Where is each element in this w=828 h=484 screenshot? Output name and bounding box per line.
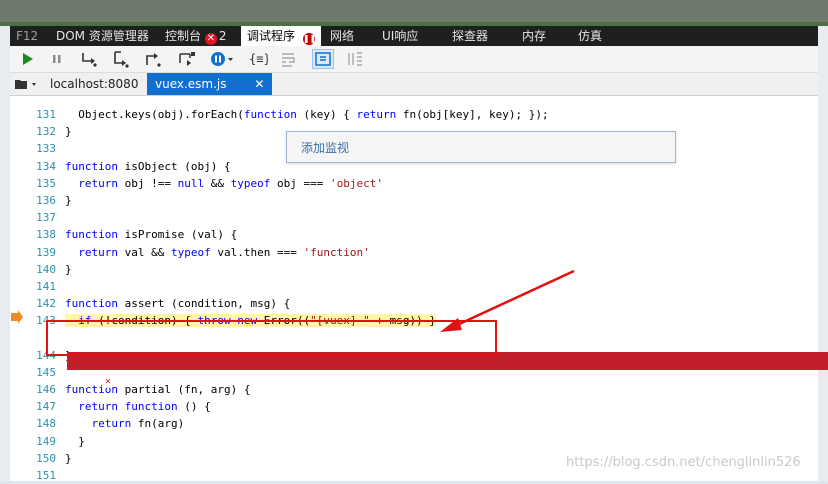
code-line[interactable]: 133: [10, 140, 65, 157]
paused-indicator-icon: ❚❚: [302, 33, 317, 45]
file-tab-localhost[interactable]: localhost:8080: [50, 73, 138, 95]
line-number[interactable]: 132: [10, 123, 65, 140]
tab-memory[interactable]: 内存: [522, 26, 546, 46]
tab-console[interactable]: 控制台 ✕ 2: [165, 26, 226, 46]
svg-text:{≡}: {≡}: [249, 52, 268, 66]
close-icon[interactable]: ✕: [254, 77, 264, 91]
line-number[interactable]: 134: [10, 158, 65, 175]
window-top-strip: [0, 0, 828, 22]
code-line[interactable]: 150}: [10, 450, 72, 467]
continue-icon[interactable]: [16, 49, 38, 69]
exception-break-icon[interactable]: [208, 49, 236, 69]
break-on-new-worker-icon[interactable]: [176, 49, 198, 69]
code-line[interactable]: 138 function isPromise (val) {: [10, 226, 237, 243]
line-number[interactable]: 150: [10, 450, 65, 467]
code-text: function isPromise (val) {: [65, 228, 238, 242]
code-line[interactable]: 131 Object.keys(obj).forEach(function (k…: [10, 106, 549, 123]
code-text: Object.keys(obj).forEach(function (key) …: [78, 108, 549, 121]
just-my-code-icon[interactable]: [344, 49, 366, 69]
code-line[interactable]: 141: [10, 278, 65, 295]
code-line[interactable]: 145: [10, 364, 65, 381]
code-text: return obj !== null && typeof obj === 'o…: [78, 176, 383, 190]
line-number[interactable]: 142: [10, 295, 65, 312]
devtools-tab-bar: F12 DOM 资源管理器 控制台 ✕ 2 调试程序 ❚❚ 网络 UI响应 探查器…: [10, 26, 818, 46]
exception-message: [vuex] vuex requires a Promise polyfill …: [118, 372, 490, 385]
error-count-icon: ✕: [204, 33, 217, 45]
code-text: return fn(arg): [91, 417, 185, 431]
line-number[interactable]: 139: [10, 244, 65, 261]
code-line[interactable]: 151: [10, 467, 65, 484]
line-number[interactable]: 148: [10, 415, 65, 432]
line-number[interactable]: 140: [10, 261, 65, 278]
source-map-icon[interactable]: [312, 49, 334, 69]
line-number[interactable]: 149: [10, 433, 65, 450]
watermark: https://blog.csdn.net/chenglinlin526: [566, 455, 801, 470]
line-number[interactable]: 146: [10, 381, 65, 398]
tab-debugger-label: 调试程序: [247, 29, 296, 43]
step-into-icon[interactable]: [110, 49, 132, 69]
code-line[interactable]: 147 return function () {: [10, 398, 211, 415]
file-tab-vuex-esm-label: vuex.esm.js: [155, 77, 227, 91]
pretty-print-icon[interactable]: {≡}: [246, 49, 268, 69]
code-line[interactable]: 140}: [10, 261, 72, 278]
file-tab-bar: localhost:8080 vuex.esm.js ✕: [10, 73, 818, 96]
line-number[interactable]: 137: [10, 209, 65, 226]
step-out-icon[interactable]: [142, 49, 164, 69]
right-margin: [818, 26, 828, 481]
line-number[interactable]: 136: [10, 192, 65, 209]
code-text: function assert (condition, msg) {: [65, 297, 291, 311]
tab-emulation[interactable]: 仿真: [578, 26, 602, 46]
line-number[interactable]: 141: [10, 278, 65, 295]
file-tab-vuex-esm[interactable]: vuex.esm.js ✕: [147, 73, 273, 95]
left-margin: [0, 26, 10, 481]
code-text: }: [65, 194, 72, 207]
error-icon: ✕: [101, 375, 115, 388]
code-line[interactable]: 132}: [10, 123, 72, 140]
line-number[interactable]: 131: [10, 106, 65, 123]
line-number[interactable]: 135: [10, 175, 65, 192]
word-wrap-icon[interactable]: [278, 49, 300, 69]
debugger-toolbar: {≡}: [10, 46, 818, 73]
tab-dom-explorer[interactable]: DOM 资源管理器: [56, 26, 149, 46]
step-over-icon[interactable]: [78, 49, 100, 69]
tab-network[interactable]: 网络: [330, 26, 354, 46]
f12-label: F12: [16, 29, 39, 43]
devtools-window: F12 DOM 资源管理器 控制台 ✕ 2 调试程序 ❚❚ 网络 UI响应 探查器…: [10, 26, 828, 484]
line-number[interactable]: 147: [10, 398, 65, 415]
line-number[interactable]: 133: [10, 140, 65, 157]
annotation-highlight-box: [46, 320, 497, 356]
code-text: return function () {: [78, 400, 211, 414]
code-line[interactable]: 139 return val && typeof val.then === 'f…: [10, 244, 370, 261]
pause-icon[interactable]: [46, 49, 68, 69]
code-text: function isObject (obj) {: [65, 159, 231, 173]
code-line[interactable]: 148 return fn(arg): [10, 415, 184, 432]
code-text: }: [65, 451, 72, 465]
tab-console-label: 控制台: [165, 29, 202, 43]
add-watch-popup[interactable]: 添加监视: [286, 131, 676, 163]
code-line[interactable]: 134 function isObject (obj) {: [10, 158, 231, 175]
add-watch-label: 添加监视: [301, 141, 350, 155]
line-number[interactable]: 138: [10, 226, 65, 243]
folder-icon[interactable]: [14, 77, 36, 91]
code-text: return val && typeof val.then === 'funct…: [78, 245, 370, 259]
tab-debugger[interactable]: 调试程序 ❚❚: [241, 26, 321, 46]
code-text: }: [65, 434, 85, 448]
code-line[interactable]: 136}: [10, 192, 72, 209]
tab-profiler[interactable]: 探查器: [452, 26, 488, 46]
line-number[interactable]: 151: [10, 467, 65, 484]
line-number[interactable]: 145: [10, 364, 65, 381]
console-error-count: 2: [218, 29, 227, 43]
code-line[interactable]: 135 return obj !== null && typeof obj ==…: [10, 175, 383, 192]
code-line[interactable]: 142 function assert (condition, msg) {: [10, 295, 290, 312]
code-line[interactable]: 149 }: [10, 433, 85, 450]
code-text: }: [65, 125, 72, 139]
code-text: }: [65, 262, 72, 276]
tab-ui-responsiveness[interactable]: UI响应: [382, 26, 418, 46]
code-line[interactable]: 137: [10, 209, 65, 226]
